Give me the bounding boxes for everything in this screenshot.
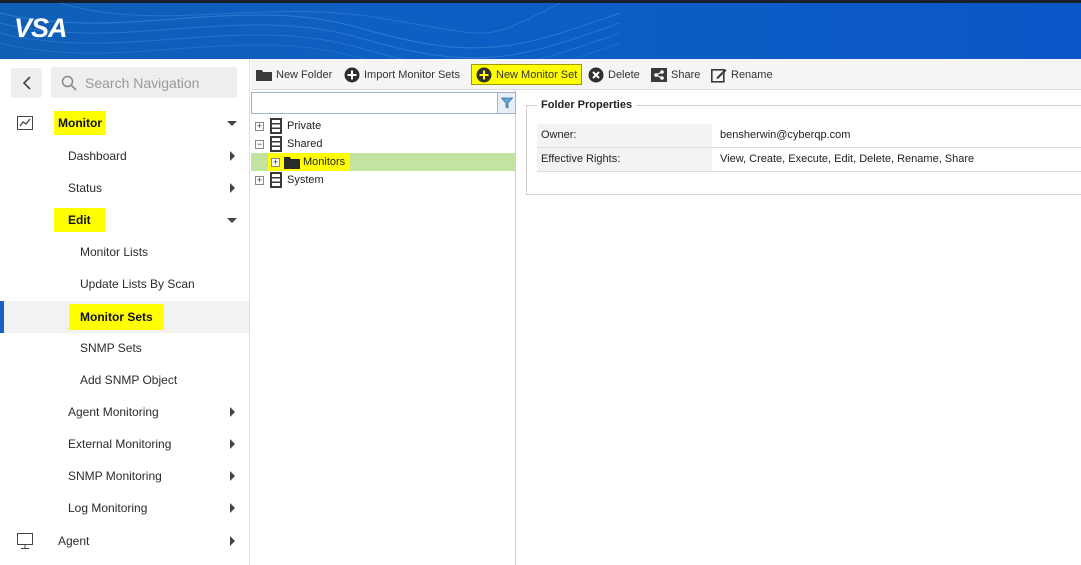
chevron-left-icon: [22, 76, 31, 90]
nav-module-label: Agent: [58, 534, 90, 548]
nav-item-dashboard[interactable]: Dashboard: [0, 141, 249, 171]
import-monitor-sets-label: Import Monitor Sets: [364, 68, 460, 81]
cabinet-icon: [270, 136, 282, 152]
new-folder-label: New Folder: [276, 68, 333, 81]
new-folder-button[interactable]: New Folder: [256, 64, 332, 85]
search-navigation-box[interactable]: [51, 67, 237, 98]
nav-item-label: External Monitoring: [68, 437, 172, 451]
tree-node-label: Private: [287, 120, 322, 132]
chart-line-icon: [17, 116, 33, 130]
rename-button[interactable]: Rename: [711, 64, 773, 85]
rename-label: Rename: [731, 68, 773, 81]
chevron-right-icon: [230, 536, 235, 546]
nav-item-label: Update Lists By Scan: [80, 277, 195, 291]
chevron-right-icon: [230, 439, 235, 449]
nav-item-agent-monitoring[interactable]: Agent Monitoring: [0, 397, 249, 427]
nav-module-monitor[interactable]: Monitor: [0, 108, 249, 138]
chevron-right-icon: [230, 407, 235, 417]
nav-item-update-lists-by-scan[interactable]: Update Lists By Scan: [0, 269, 249, 299]
delete-button[interactable]: Delete: [588, 64, 640, 85]
nav-item-status[interactable]: Status: [0, 173, 249, 203]
new-monitor-set-label: New Monitor Set: [496, 68, 578, 81]
tree-node-label: Shared: [287, 138, 323, 150]
search-input[interactable]: [85, 74, 225, 91]
tree-node-monitors[interactable]: + Monitors: [251, 153, 516, 171]
nav-item-label: Dashboard: [68, 149, 127, 163]
toolbar: New Folder Import Monitor Sets New Monit…: [251, 59, 1081, 90]
share-icon: [651, 67, 667, 82]
nav-item-label: Status: [68, 181, 103, 195]
folder-icon: [256, 70, 272, 81]
owner-value: bensherwin@cyberqp.com: [720, 129, 851, 141]
effective-rights-label: Effective Rights:: [537, 148, 712, 171]
folder-properties-panel: Folder Properties Owner: bensherwin@cybe…: [526, 99, 1081, 195]
folder-icon: [284, 157, 300, 169]
owner-label: Owner:: [537, 124, 712, 147]
nav-item-label: Edit: [54, 208, 105, 232]
nav-item-label: SNMP Sets: [80, 341, 142, 355]
share-label: Share: [671, 68, 701, 81]
collapse-nav-button[interactable]: [11, 68, 42, 98]
chevron-down-icon: [227, 120, 237, 126]
search-icon: [61, 75, 77, 91]
chevron-right-icon: [230, 151, 235, 161]
nav-item-label: Add SNMP Object: [80, 373, 178, 387]
plus-circle-icon: [476, 67, 492, 82]
tree-node-shared[interactable]: − Shared: [251, 135, 516, 153]
share-button[interactable]: Share: [651, 64, 700, 85]
vsa-logo[interactable]: VSA: [14, 13, 68, 44]
nav-item-label: Monitor Lists: [80, 245, 149, 259]
expand-plus-icon[interactable]: +: [271, 157, 280, 167]
nav-item-label: Agent Monitoring: [68, 405, 159, 419]
header-wave-pattern: [0, 3, 621, 59]
nav-item-label: Log Monitoring: [68, 501, 148, 515]
nav-item-monitor-sets[interactable]: Monitor Sets: [0, 301, 249, 333]
import-monitor-sets-button[interactable]: Import Monitor Sets: [344, 64, 460, 85]
filter-button[interactable]: [497, 93, 515, 113]
expand-plus-icon[interactable]: +: [255, 121, 264, 131]
chevron-right-icon: [230, 183, 235, 193]
monitor-icon: [17, 533, 33, 549]
nav-module-agent[interactable]: Agent: [0, 526, 249, 556]
nav-item-log-monitoring[interactable]: Log Monitoring: [0, 493, 249, 523]
delete-label: Delete: [608, 68, 640, 81]
nav-item-monitor-lists[interactable]: Monitor Lists: [0, 237, 249, 267]
chevron-down-icon: [227, 217, 237, 223]
tree-filter-box[interactable]: [251, 92, 516, 114]
tree-filter-input[interactable]: [254, 95, 494, 111]
tree-node-private[interactable]: + Private: [251, 117, 516, 135]
nav-item-edit[interactable]: Edit: [0, 205, 249, 235]
filter-icon: [500, 97, 513, 109]
plus-circle-icon: [344, 67, 360, 82]
tree-node-label: System: [287, 174, 324, 186]
nav-item-snmp-sets[interactable]: SNMP Sets: [0, 333, 249, 363]
app-header: VSA: [0, 3, 1081, 59]
collapse-minus-icon[interactable]: −: [255, 139, 264, 149]
nav-item-external-monitoring[interactable]: External Monitoring: [0, 429, 249, 459]
owner-row: Owner: bensherwin@cyberqp.com: [537, 124, 1081, 147]
nav-module-label: Monitor: [54, 111, 106, 135]
cabinet-icon: [270, 118, 282, 134]
expand-plus-icon[interactable]: +: [255, 175, 264, 185]
row-divider: [537, 171, 1081, 172]
active-indicator: [0, 301, 4, 333]
nav-item-add-snmp-object[interactable]: Add SNMP Object: [0, 365, 249, 395]
tree-node-label: Monitors: [303, 156, 346, 168]
nav-item-label: SNMP Monitoring: [68, 469, 162, 483]
delete-circle-icon: [588, 67, 604, 82]
folder-properties-title: Folder Properties: [537, 99, 637, 111]
vsa-app: VSA Monitor Dashboard: [0, 0, 1081, 565]
tree-node-system[interactable]: + System: [251, 171, 516, 189]
folder-tree-panel: + Private − Shared + Monitors + System: [251, 90, 516, 565]
new-monitor-set-button[interactable]: New Monitor Set: [471, 64, 583, 85]
nav-item-label: Monitor Sets: [69, 304, 164, 330]
sidebar-navigation: Monitor Dashboard Status Edit Monitor Li…: [0, 59, 250, 565]
effective-rights-value: View, Create, Execute, Edit, Delete, Ren…: [720, 153, 975, 165]
effective-rights-row: Effective Rights: View, Create, Execute,…: [537, 148, 1081, 171]
chevron-right-icon: [230, 471, 235, 481]
chevron-right-icon: [230, 503, 235, 513]
nav-item-snmp-monitoring[interactable]: SNMP Monitoring: [0, 461, 249, 491]
cabinet-icon: [270, 172, 282, 188]
edit-pencil-icon: [711, 68, 727, 83]
